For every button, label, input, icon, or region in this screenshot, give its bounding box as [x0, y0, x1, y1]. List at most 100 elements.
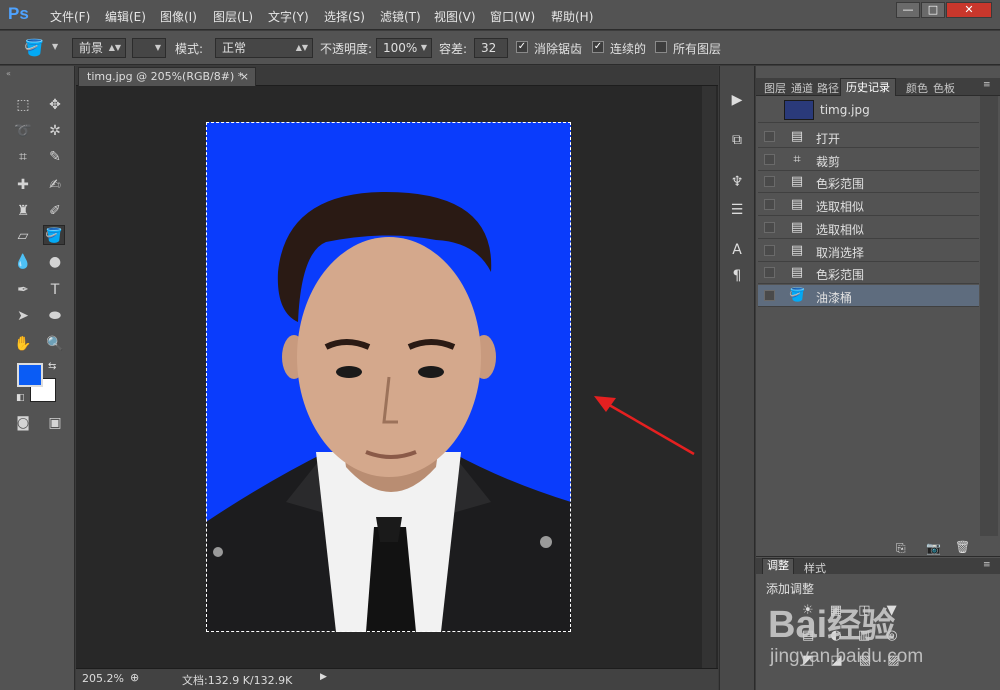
menu-edit[interactable]: 编辑(E)	[105, 8, 146, 25]
fill-source-select[interactable]: 前景 ▲▼	[72, 38, 126, 58]
pattern-picker[interactable]: ▼	[132, 38, 166, 58]
brush-tool-icon[interactable]: ✍	[44, 175, 66, 195]
path-selection-tool-icon[interactable]: ➤	[12, 306, 34, 326]
tab-color[interactable]: 颜色	[906, 80, 928, 96]
brush-presets-icon[interactable]: ♆	[722, 170, 752, 194]
history-item[interactable]: ▤ 取消选择	[758, 240, 979, 262]
blur-tool-icon[interactable]: 💧	[12, 252, 34, 272]
history-brush-source-checkbox[interactable]	[764, 289, 775, 301]
adjustments-menu-icon[interactable]: ≡	[983, 560, 991, 570]
paragraph-panel-icon[interactable]: ¶	[722, 264, 752, 288]
menu-help[interactable]: 帮助(H)	[551, 8, 593, 25]
move-tool-icon[interactable]: ✥	[44, 95, 66, 115]
blend-mode-value: 正常	[222, 41, 247, 55]
history-item[interactable]: 🪣 油漆桶	[758, 284, 979, 307]
paint-bucket-icon[interactable]: 🪣	[24, 38, 44, 57]
minimize-button[interactable]: —	[896, 2, 920, 18]
play-action-icon[interactable]: ▶	[722, 88, 752, 112]
restore-button[interactable]: □	[921, 2, 945, 18]
tab-styles[interactable]: 样式	[804, 560, 826, 576]
ellipse-tool-icon[interactable]: ⬬	[44, 306, 66, 326]
history-brush-source-checkbox[interactable]	[764, 267, 775, 279]
snapshot-camera-icon[interactable]: 📷	[926, 541, 941, 555]
paint-bucket-tool-icon[interactable]: 🪣	[43, 225, 65, 245]
blend-mode-select[interactable]: 正常 ▲▼	[215, 38, 313, 58]
marquee-tool-icon[interactable]: ⬚	[12, 95, 34, 115]
menu-type[interactable]: 文字(Y)	[268, 8, 309, 25]
menu-image[interactable]: 图像(I)	[160, 8, 197, 25]
tab-adjustments[interactable]: 调整	[762, 558, 794, 574]
history-brush-source-checkbox[interactable]	[764, 131, 775, 142]
foreground-color-swatch[interactable]	[17, 363, 43, 387]
trash-icon[interactable]: 🗑	[955, 540, 970, 554]
status-menu-icon[interactable]: ⊕	[130, 671, 139, 684]
menu-window[interactable]: 窗口(W)	[490, 8, 535, 25]
history-brush-source-checkbox[interactable]	[764, 244, 775, 256]
zoom-level[interactable]: 205.2%	[82, 672, 124, 685]
panel-menu-icon[interactable]: ≡	[983, 80, 991, 90]
collapse-icon[interactable]: «	[6, 69, 11, 78]
tab-history[interactable]: 历史记录	[840, 78, 896, 96]
tab-layers[interactable]: 图层	[764, 80, 786, 96]
history-item-label: 选取相似	[816, 222, 865, 237]
menu-select[interactable]: 选择(S)	[324, 8, 365, 25]
hand-tool-icon[interactable]: ✋	[12, 334, 34, 354]
history-brush-source-checkbox[interactable]	[764, 153, 775, 165]
crop-tool-icon[interactable]: ⌗	[12, 147, 34, 167]
menu-file[interactable]: 文件(F)	[50, 8, 90, 25]
swap-colors-icon[interactable]: ⇆	[48, 361, 56, 372]
healing-brush-tool-icon[interactable]: ✚	[12, 175, 34, 195]
menu-filter[interactable]: 滤镜(T)	[380, 8, 421, 25]
default-colors-icon[interactable]: ◧	[16, 393, 25, 403]
3d-icon[interactable]: ⧉	[722, 128, 752, 152]
status-arrow-icon[interactable]: ▶	[320, 672, 327, 682]
screen-mode-icon[interactable]: ▣	[44, 413, 66, 433]
history-item[interactable]: ▤ 色彩范围	[758, 262, 979, 285]
antialias-checkbox[interactable]: ✓	[516, 41, 528, 53]
close-tab-icon[interactable]: ×	[240, 68, 249, 85]
history-item[interactable]: ▤ 打开	[758, 126, 979, 148]
opacity-value: 100%	[383, 41, 418, 55]
pen-tool-icon[interactable]: ✒	[12, 280, 34, 300]
new-document-from-state-icon[interactable]: ⎘	[896, 541, 906, 556]
tab-swatches[interactable]: 色板	[933, 80, 955, 96]
red-arrow-annotation	[594, 396, 695, 456]
close-button[interactable]: ✕	[946, 2, 992, 18]
history-item[interactable]: ▤ 选取相似	[758, 217, 979, 239]
lasso-tool-icon[interactable]: ➰	[12, 121, 34, 141]
history-scrollbar[interactable]	[980, 96, 998, 536]
magic-wand-tool-icon[interactable]: ✲	[44, 121, 66, 141]
type-tool-icon[interactable]: T	[44, 280, 66, 300]
character-panel-icon[interactable]: A	[722, 238, 752, 262]
vertical-scrollbar[interactable]	[702, 86, 716, 668]
history-brush-source-checkbox[interactable]	[764, 221, 775, 233]
quick-mask-icon[interactable]: ◙	[12, 413, 34, 433]
image-canvas[interactable]	[206, 122, 571, 632]
menu-layer[interactable]: 图层(L)	[213, 8, 253, 25]
dodge-tool-icon[interactable]: ●	[44, 252, 66, 272]
history-brush-tool-icon[interactable]: ✐	[44, 201, 66, 221]
menu-view[interactable]: 视图(V)	[434, 8, 476, 25]
eyedropper-tool-icon[interactable]: ✎	[44, 147, 66, 167]
crop-icon: ⌗	[793, 151, 801, 167]
paint-bucket-icon: 🪣	[789, 287, 806, 303]
tab-channels[interactable]: 通道	[791, 80, 813, 96]
watermark-brand2: 经验	[827, 607, 896, 645]
history-item[interactable]: ▤ 选取相似	[758, 194, 979, 217]
tab-paths[interactable]: 路径	[817, 80, 839, 96]
history-snapshot[interactable]: ✎ timg.jpg	[758, 97, 979, 123]
contiguous-checkbox[interactable]: ✓	[592, 41, 604, 53]
zoom-tool-icon[interactable]: 🔍	[44, 334, 66, 354]
history-item[interactable]: ▤ 色彩范围	[758, 171, 979, 194]
history-brush-source-checkbox[interactable]	[764, 176, 775, 188]
clone-stamp-tool-icon[interactable]: ♜	[12, 201, 34, 221]
history-brush-source-checkbox[interactable]	[764, 199, 775, 211]
tool-presets-icon[interactable]: ☰	[722, 198, 752, 222]
eraser-tool-icon[interactable]: ▱	[12, 226, 34, 246]
document-tab[interactable]: timg.jpg @ 205%(RGB/8#) * ×	[78, 67, 256, 86]
tolerance-field[interactable]: 32	[474, 38, 508, 58]
history-item[interactable]: ⌗ 裁剪	[758, 149, 979, 171]
tool-preset-dropdown-icon[interactable]: ▼	[52, 42, 58, 51]
opacity-field[interactable]: 100% ▼	[376, 38, 432, 58]
all-layers-checkbox[interactable]	[655, 41, 667, 53]
